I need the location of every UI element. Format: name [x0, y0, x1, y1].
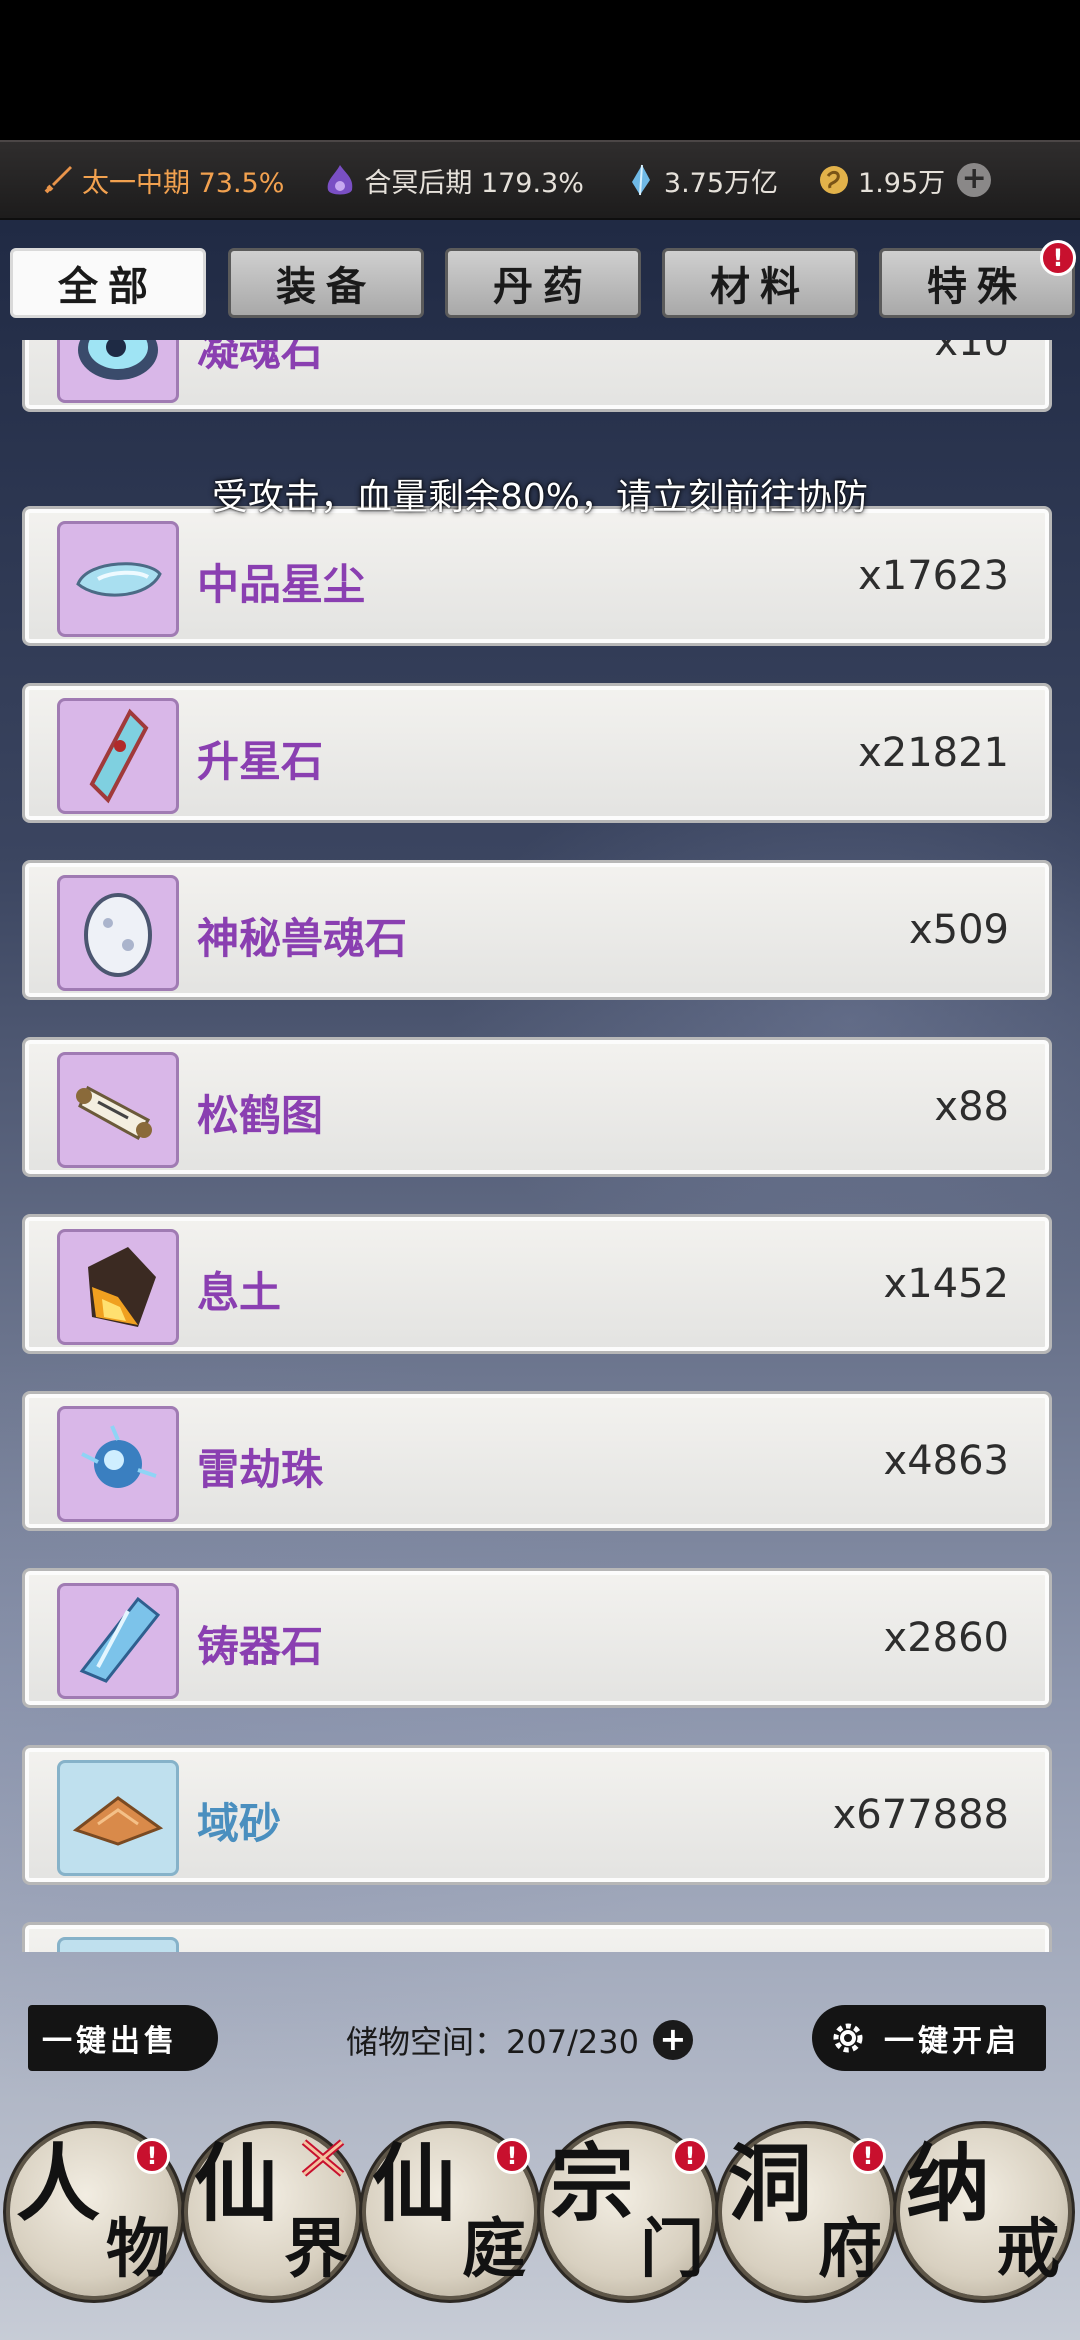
item-quantity: x10 — [934, 340, 1009, 365]
nav-character-char1: 人 — [16, 2134, 101, 2233]
item-name: 神秘兽魂石 — [197, 914, 408, 963]
sand-pile-icon — [72, 1796, 164, 1846]
item-thumbnail — [57, 521, 179, 637]
item-thumbnail — [57, 1937, 179, 1952]
sect-alert-badge: ! — [672, 2138, 708, 2174]
gold-coin-icon — [820, 166, 849, 194]
list-item[interactable]: 神秘兽魂石 x509 — [22, 860, 1052, 1000]
item-name: 凝魂石 — [197, 340, 324, 375]
sell-all-button[interactable]: 一键出售 — [28, 2005, 218, 2071]
nav-cave-mansion-char2: 府 — [818, 2212, 882, 2287]
item-thumbnail — [57, 875, 179, 991]
tab-all[interactable]: 全部 — [10, 248, 206, 318]
storage-capacity: 储物空间：207/230 + — [346, 2017, 693, 2063]
item-name: 升星石 — [197, 737, 324, 786]
resource-bar: 太一中期 73.5% 合冥后期 179.3% 3.75万亿 1.95万 + — [0, 140, 1080, 220]
cave-alert-badge: ! — [850, 2138, 886, 2174]
status-bar-area — [0, 0, 1080, 140]
item-name: 雷劫珠 — [197, 1445, 324, 1494]
tab-materials[interactable]: 材料 — [662, 248, 858, 318]
fusion-text: 合冥后期 179.3% — [364, 167, 584, 199]
add-coins-button[interactable]: + — [957, 163, 992, 197]
item-thumbnail — [57, 1229, 179, 1345]
gear-icon — [833, 2023, 863, 2053]
item-name: 铸器石 — [197, 1622, 324, 1671]
spirit-stone-stat[interactable]: 3.75万亿 — [622, 161, 778, 200]
court-alert-badge: ! — [494, 2138, 530, 2174]
nav-cave-mansion-char1: 洞 — [728, 2134, 813, 2233]
nav-immortal-realm-char1: 仙 — [194, 2134, 279, 2233]
list-item[interactable]: 铸器石 x2860 — [22, 1568, 1052, 1708]
sell-all-label: 一键出售 — [42, 2024, 178, 2059]
nav-storage-ring[interactable]: 纳 戒 — [900, 2128, 1068, 2296]
list-item[interactable]: 域砂 x677888 — [22, 1745, 1052, 1885]
item-thumbnail — [57, 698, 179, 814]
beast-soul-egg-icon — [84, 893, 152, 977]
item-thumbnail — [57, 340, 179, 403]
list-item[interactable]: 松鹤图 x88 — [22, 1037, 1052, 1177]
item-name: 中品星尘 — [197, 560, 366, 609]
cultivation-text: 太一中期 73.5% — [82, 167, 285, 199]
crossed-swords-icon — [301, 2139, 345, 2177]
item-thumbnail — [57, 1760, 179, 1876]
list-item[interactable]: 升星石 x21821 — [22, 683, 1052, 823]
item-quantity: x677888 — [832, 1792, 1009, 1838]
spirit-crystal-icon — [631, 164, 650, 196]
character-alert-badge: ! — [134, 2138, 170, 2174]
item-quantity: x1452 — [883, 1261, 1009, 1307]
coin-text: 1.95万 — [858, 167, 946, 199]
thunder-orb-icon — [81, 1425, 157, 1488]
nav-sect-char2: 门 — [640, 2212, 704, 2287]
nav-immortal-court-char1: 仙 — [372, 2134, 457, 2233]
item-quantity: x17623 — [858, 553, 1009, 599]
stardust-icon — [76, 562, 162, 597]
crystal-icon — [79, 1596, 161, 1683]
attack-alert-toast: 受攻击，血量剩余80%，请立刻前往协防 — [211, 477, 869, 518]
sword-icon — [44, 166, 72, 194]
fusion-stat[interactable]: 合冥后期 179.3% — [322, 161, 584, 200]
inventory-actions: 一键出售 储物空间：207/230 + 一键开启 — [0, 2005, 1080, 2079]
item-quantity: x88 — [934, 1084, 1009, 1130]
list-item[interactable]: 凝魂石 x10 — [22, 340, 1052, 412]
item-list[interactable]: 凝魂石 x10 中品星尘 x17623 升星石 x21821 神秘兽魂石 x50… — [0, 340, 1080, 1952]
item-thumbnail — [57, 1406, 179, 1522]
item-quantity: x509 — [908, 907, 1009, 953]
nav-immortal-court-char2: 庭 — [462, 2212, 526, 2287]
tab-equipment[interactable]: 装备 — [228, 248, 424, 318]
open-all-label: 一键开启 — [884, 2024, 1020, 2059]
storage-text: 储物空间：207/230 — [346, 2023, 639, 2061]
expand-storage-button[interactable]: + — [652, 2020, 693, 2060]
item-name: 松鹤图 — [197, 1091, 324, 1140]
item-thumbnail — [57, 1583, 179, 1699]
item-thumbnail — [57, 1052, 179, 1168]
nav-character-char2: 物 — [106, 2212, 170, 2287]
item-quantity: x2860 — [883, 1615, 1009, 1661]
tab-pills[interactable]: 丹药 — [445, 248, 641, 318]
nav-immortal-realm-char2: 界 — [284, 2212, 348, 2287]
bottom-navigation: 人 物 仙 界 仙 庭 宗 门 洞 府 纳 戒 ! ! ! ! — [0, 2128, 1080, 2328]
cultivation-stat[interactable]: 太一中期 73.5% — [40, 161, 284, 200]
open-all-button[interactable]: 一键开启 — [812, 2005, 1046, 2071]
nav-storage-ring-char1: 纳 — [906, 2134, 991, 2233]
scroll-icon — [76, 1085, 152, 1141]
spirit-stone-text: 3.75万亿 — [663, 167, 779, 199]
list-item[interactable]: 中品星尘 x17623 — [22, 506, 1052, 646]
list-item[interactable] — [22, 1922, 1052, 1952]
nav-storage-ring-char2: 戒 — [996, 2212, 1060, 2287]
nav-sect-char1: 宗 — [550, 2134, 635, 2233]
item-name: 域砂 — [197, 1799, 282, 1848]
list-item[interactable]: 息土 x1452 — [22, 1214, 1052, 1354]
special-tab-alert-badge: ! — [1040, 240, 1076, 276]
list-item[interactable]: 雷劫珠 x4863 — [22, 1391, 1052, 1531]
item-quantity: x21821 — [858, 730, 1009, 776]
category-tabs: 全部 装备 丹药 材料 特殊 ! — [0, 240, 1080, 326]
burning-rock-icon — [88, 1247, 156, 1327]
purple-flame-icon — [328, 165, 353, 195]
soul-stone-icon — [78, 340, 158, 380]
item-quantity: x4863 — [883, 1438, 1009, 1484]
coin-stat[interactable]: 1.95万 + — [816, 161, 992, 200]
star-rising-stone-icon — [89, 708, 149, 804]
item-name: 息土 — [197, 1268, 282, 1317]
